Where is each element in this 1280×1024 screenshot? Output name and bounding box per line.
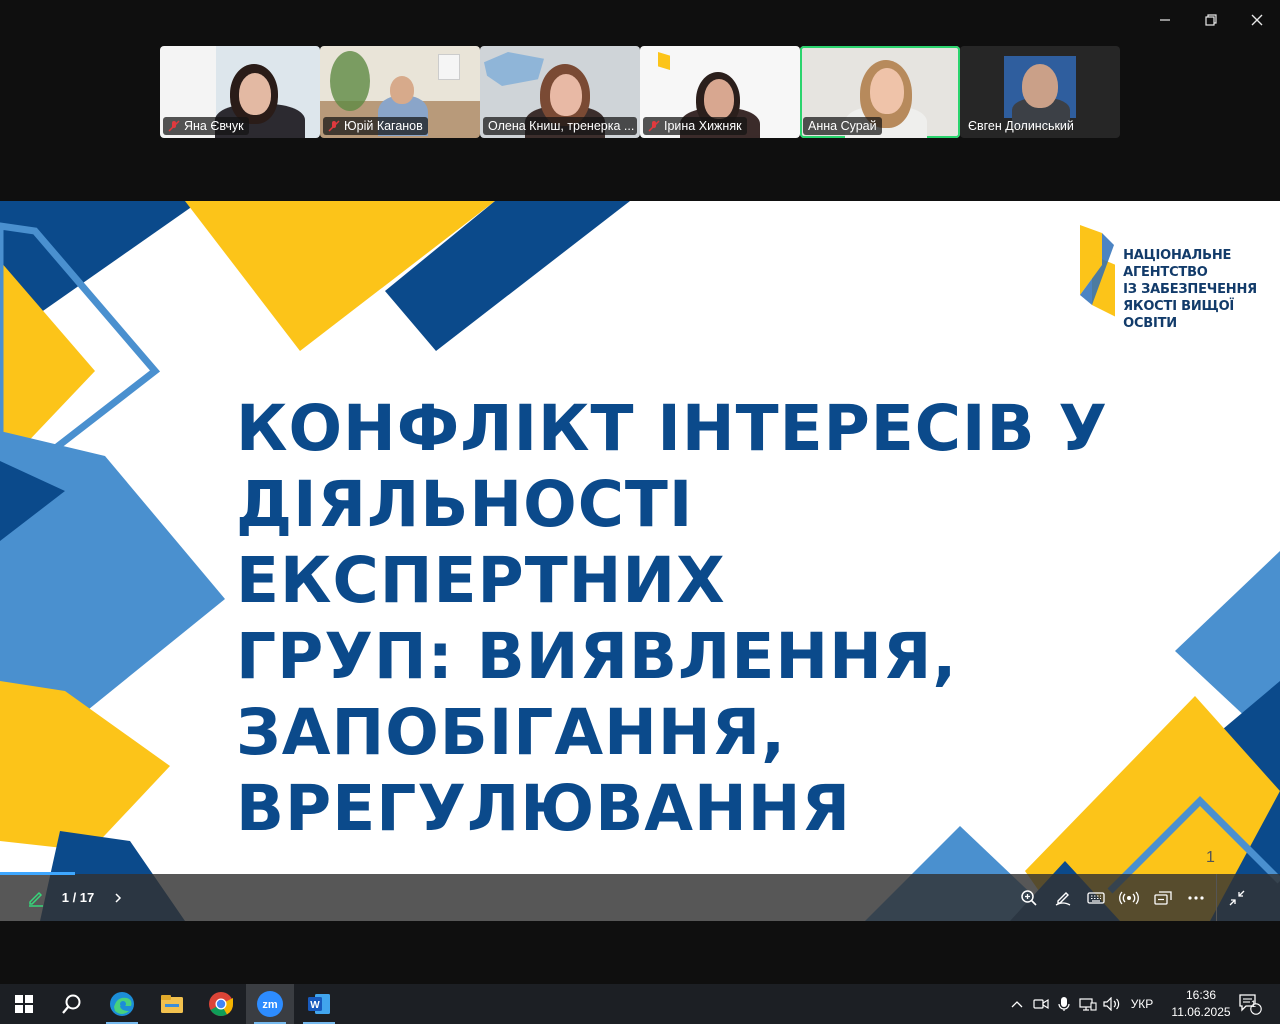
- keyboard-icon: [1087, 891, 1105, 904]
- participant-tile-active[interactable]: Анна Сурай: [800, 46, 960, 138]
- tray-volume[interactable]: [1101, 984, 1123, 1024]
- notifications-button[interactable]: 1: [1234, 984, 1266, 1024]
- naqa-logo: НАЦІОНАЛЬНЕ АГЕНТСТВО ІЗ ЗАБЕЗПЕЧЕННЯ ЯК…: [1078, 225, 1280, 332]
- participant-name: Анна Сурай: [808, 119, 877, 133]
- start-button[interactable]: [0, 984, 48, 1024]
- restore-button[interactable]: [1188, 0, 1234, 40]
- participant-name: Ірина Хижняк: [664, 119, 742, 133]
- restore-icon: [1205, 14, 1217, 26]
- tray-network[interactable]: [1077, 984, 1099, 1024]
- broadcast-button[interactable]: [1116, 874, 1142, 921]
- windows-taskbar: zm W УКР 16:36 11.06.2025 1: [0, 984, 1280, 1024]
- clock-time: 16:36: [1185, 988, 1217, 1002]
- naqa-logo-mark: [1080, 225, 1116, 317]
- zoom-in-icon: [1021, 889, 1037, 906]
- slide-title-line: ВРЕГУЛЮВАННЯ: [236, 772, 851, 845]
- windows-button[interactable]: [1150, 874, 1176, 921]
- close-icon: [1251, 14, 1263, 26]
- slide-page-number: 1: [1206, 849, 1215, 866]
- slide-title: КОНФЛІКТ ІНТЕРЕСІВ У ДІЯЛЬНОСТІ ЕКСПЕРТН…: [236, 391, 1196, 847]
- svg-text:W: W: [310, 1000, 320, 1011]
- minimize-button[interactable]: [1142, 0, 1188, 40]
- taskbar-chrome[interactable]: [197, 984, 245, 1024]
- windows-start-icon: [15, 995, 33, 1013]
- tray-camera[interactable]: [1030, 984, 1052, 1024]
- pen-icon: [1055, 891, 1071, 906]
- camera-icon: [1033, 998, 1049, 1010]
- volume-icon: [1103, 997, 1120, 1011]
- windows-icon: [1154, 890, 1172, 905]
- taskbar-edge[interactable]: [98, 984, 146, 1024]
- search-button[interactable]: [48, 984, 96, 1024]
- shared-slide: НАЦІОНАЛЬНЕ АГЕНТСТВО ІЗ ЗАБЕЗПЕЧЕННЯ ЯК…: [0, 201, 1280, 921]
- participant-name: Євген Долинський: [968, 119, 1074, 133]
- participant-strip: Яна Євчук Юрій Каганов Олена Книш, трене…: [160, 46, 1120, 138]
- notification-count: 1: [1251, 999, 1257, 1009]
- slide-title-line: ГРУП: ВИЯВЛЕННЯ,: [236, 620, 958, 693]
- window-controls: [1142, 0, 1280, 40]
- participant-name: Яна Євчук: [184, 119, 244, 133]
- pen-button[interactable]: [1050, 874, 1076, 921]
- participant-tile[interactable]: Ірина Хижняк: [640, 46, 800, 138]
- chrome-icon: [209, 992, 233, 1017]
- file-explorer-icon: [161, 995, 183, 1013]
- logo-line: ІЗ ЗАБЕЗПЕЧЕННЯ: [1123, 282, 1257, 297]
- network-icon: [1079, 998, 1097, 1011]
- zoom-icon: zm: [257, 991, 283, 1017]
- logo-line: АГЕНТСТВО: [1123, 265, 1208, 280]
- search-icon: [62, 994, 81, 1014]
- muted-mic-icon: [168, 120, 180, 132]
- presentation-control-bar: 1 / 17: [0, 872, 1280, 921]
- taskbar-word[interactable]: W: [295, 984, 343, 1024]
- annotate-pencil-icon: [29, 891, 43, 907]
- slide-title-line: ЗАПОБІГАННЯ,: [236, 696, 787, 769]
- participant-tile[interactable]: Юрій Каганов: [320, 46, 480, 138]
- keyboard-button[interactable]: [1083, 874, 1109, 921]
- annotate-button[interactable]: [20, 874, 52, 921]
- participant-tile[interactable]: Олена Книш, тренерка ...: [480, 46, 640, 138]
- minimize-icon: [1160, 19, 1170, 21]
- participant-tile[interactable]: Яна Євчук: [160, 46, 320, 138]
- participant-tile[interactable]: Євген Долинський: [960, 46, 1120, 138]
- taskbar-zoom[interactable]: zm: [246, 984, 294, 1024]
- muted-mic-icon: [648, 120, 660, 132]
- edge-icon: [110, 992, 134, 1016]
- slide-title-line: ДІЯЛЬНОСТІ ЕКСПЕРТНИХ: [236, 468, 726, 617]
- exit-fullscreen-icon: [1229, 890, 1244, 905]
- more-button[interactable]: [1183, 874, 1209, 921]
- close-button[interactable]: [1234, 0, 1280, 40]
- tray-microphone[interactable]: [1053, 984, 1075, 1024]
- language-indicator[interactable]: УКР: [1126, 984, 1158, 1024]
- show-hidden-icons-button[interactable]: [1006, 984, 1028, 1024]
- exit-fullscreen-button[interactable]: [1216, 874, 1256, 921]
- notification-center-icon: [1239, 994, 1262, 1015]
- participant-name: Олена Книш, тренерка ...: [488, 119, 635, 133]
- more-icon: [1188, 895, 1204, 900]
- microphone-icon: [1058, 997, 1070, 1011]
- svg-text:zm: zm: [262, 999, 278, 1011]
- next-slide-button[interactable]: [106, 874, 130, 921]
- logo-line: НАЦІОНАЛЬНЕ: [1123, 248, 1232, 263]
- word-icon: W: [308, 994, 330, 1014]
- muted-mic-icon: [328, 120, 340, 132]
- slide-title-line: КОНФЛІКТ ІНТЕРЕСІВ У: [236, 392, 1109, 465]
- taskbar-file-explorer[interactable]: [148, 984, 196, 1024]
- taskbar-clock[interactable]: 16:36 11.06.2025: [1166, 987, 1236, 1021]
- zoom-in-button[interactable]: [1016, 874, 1042, 921]
- clock-date: 11.06.2025: [1171, 1005, 1231, 1019]
- participant-name: Юрій Каганов: [344, 119, 423, 133]
- logo-line: ЯКОСТІ ВИЩОЇ ОСВІТИ: [1123, 299, 1235, 331]
- chevron-up-icon: [1011, 1001, 1023, 1008]
- broadcast-icon: [1119, 891, 1139, 904]
- page-indicator: 1 / 17: [61, 890, 95, 905]
- next-chevron-icon: [115, 892, 122, 903]
